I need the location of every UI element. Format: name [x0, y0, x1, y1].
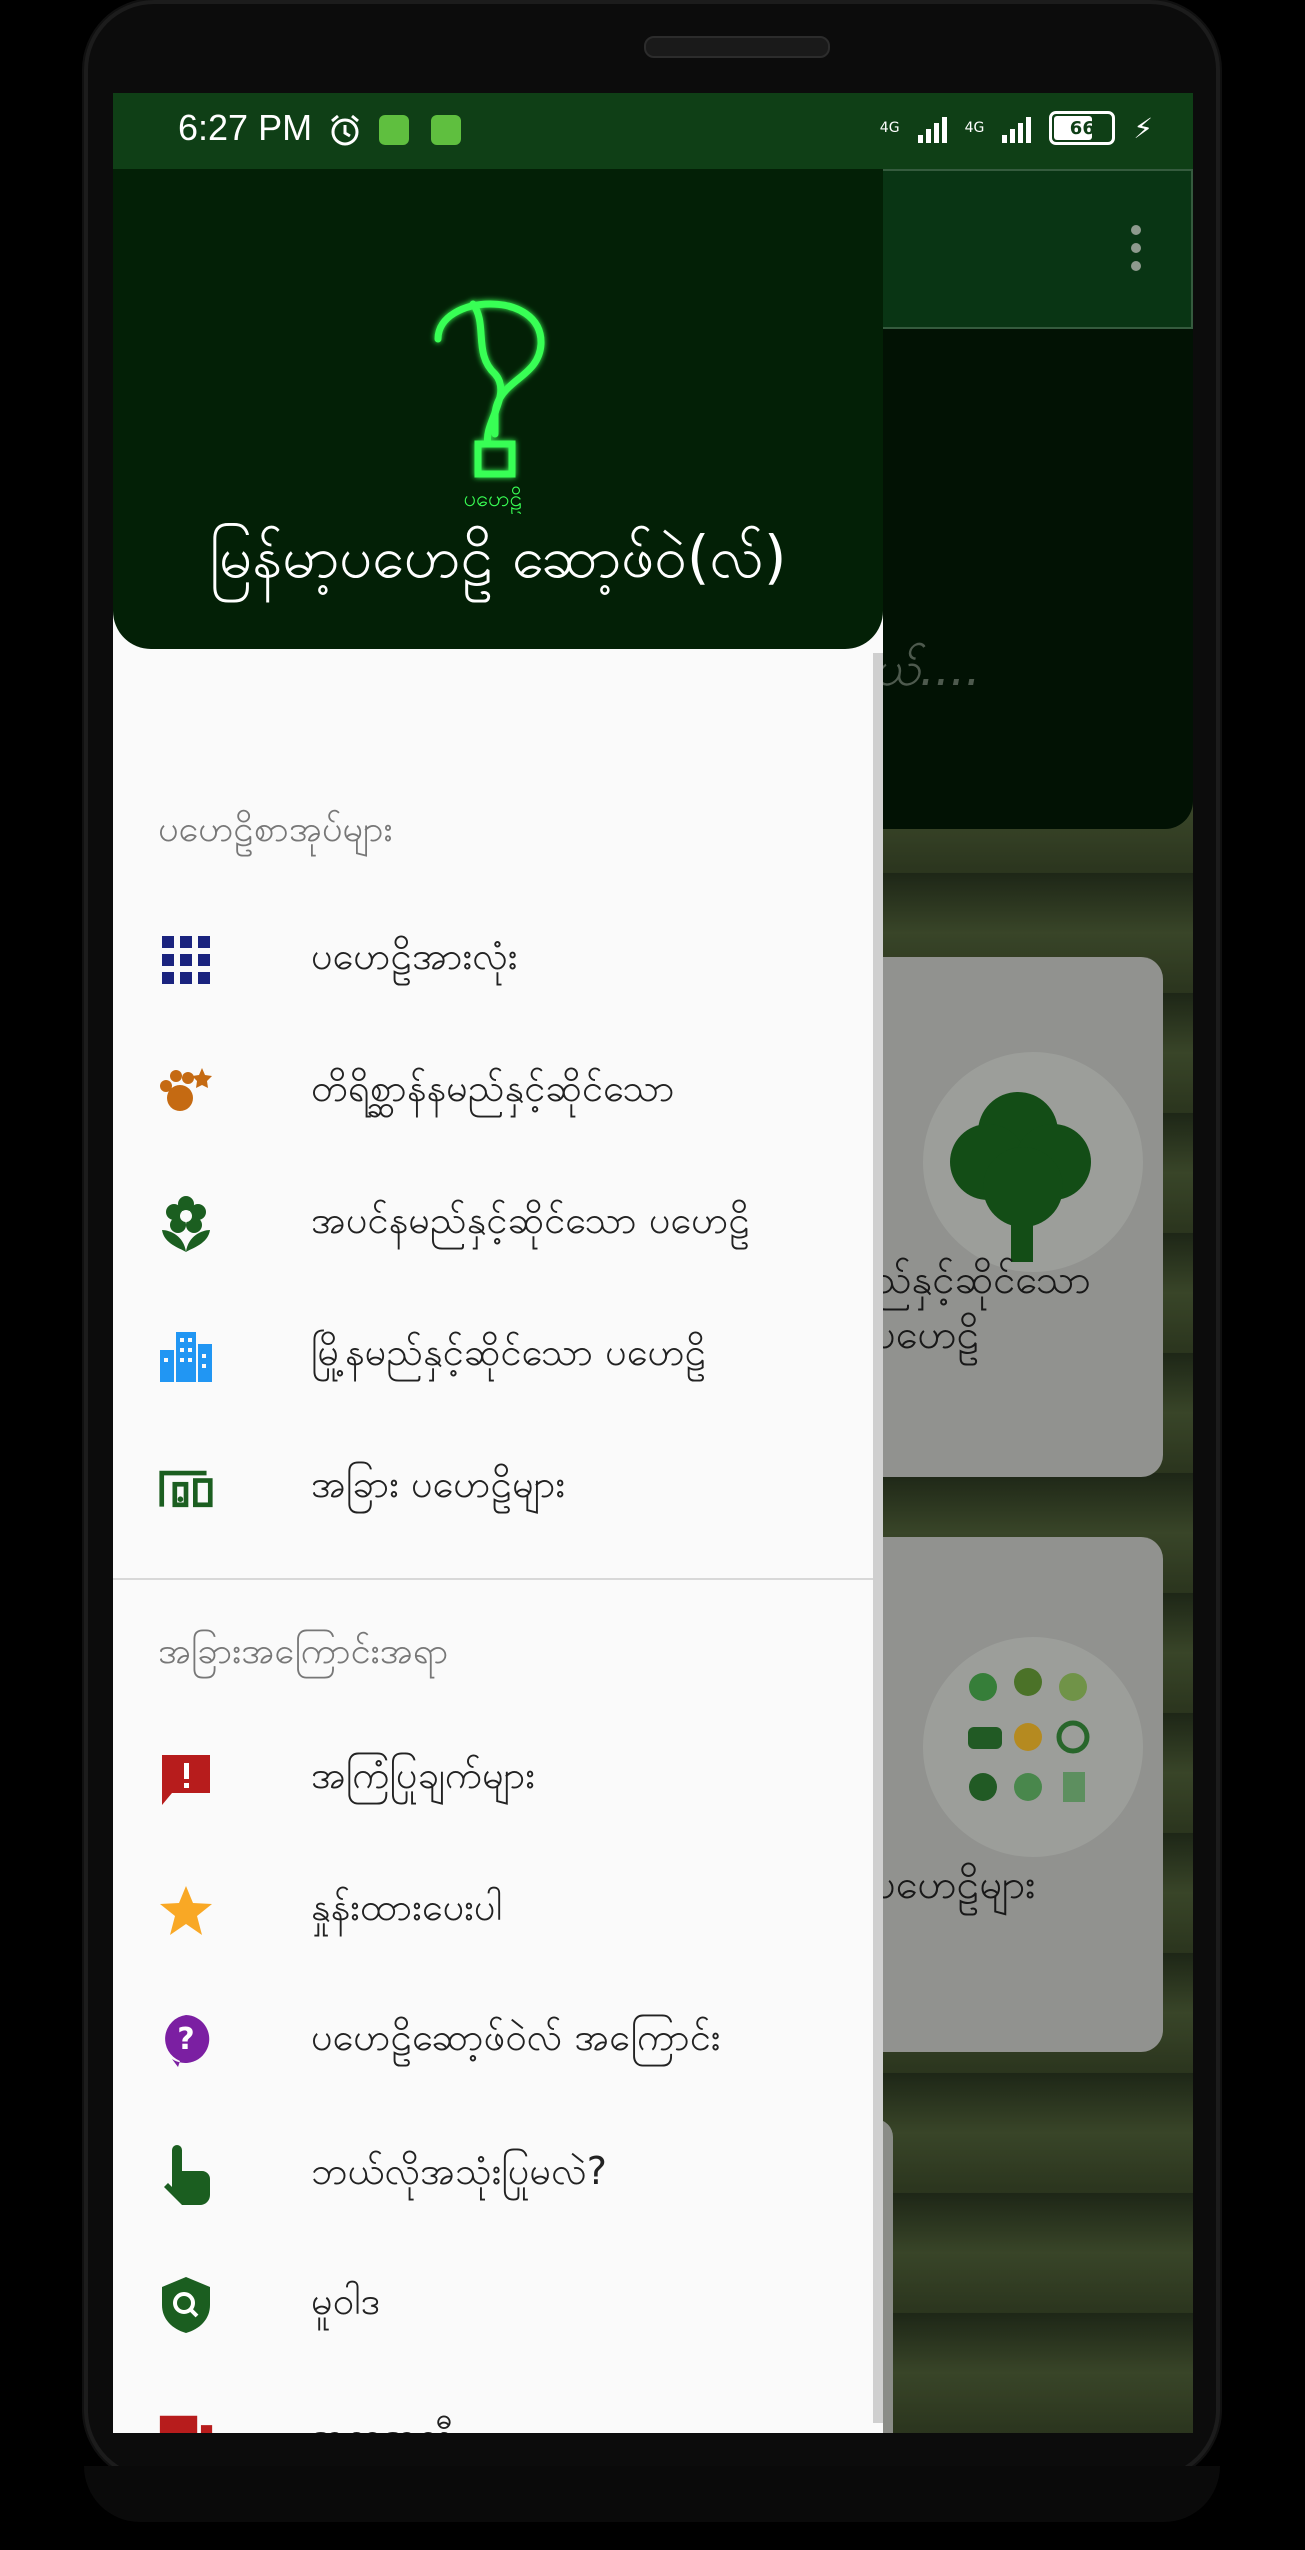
- drawer-divider: [113, 1578, 883, 1580]
- drawer-header: ပဟေဠိ မြန်မာ့ပဟေဠိ ဆော့ဖ်ဝဲ(လ်): [113, 169, 883, 649]
- network-type-1: 4G: [879, 120, 900, 136]
- forum-icon: [158, 2412, 214, 2433]
- logo-caption: ပဟေဠိ: [464, 486, 523, 514]
- grid-icon: [158, 932, 214, 988]
- menu-item-label: ပဟေဠိဆော့ဖ်ဝဲလ် အကြောင်း: [311, 2015, 721, 2059]
- feedback-icon: [158, 1751, 214, 1807]
- speaker-grille: [644, 36, 830, 58]
- menu-item-label: အခြား ပဟေဠိများ: [311, 1462, 566, 1506]
- svg-text:?: ?: [177, 2022, 194, 2057]
- signal-icon: [917, 113, 947, 143]
- battery-icon: 66: [1049, 111, 1116, 145]
- privacy-shield-icon: [158, 2277, 214, 2333]
- phone-bottom: [84, 2466, 1220, 2522]
- menu-item-how-to-use[interactable]: ဘယ်လိုအသုံးပြုမလဲ?: [113, 2115, 883, 2235]
- pets-icon: [158, 1064, 214, 1120]
- menu-item-label: ပဟေဠိအားလုံး: [311, 934, 518, 978]
- menu-item-animals[interactable]: တိရိစ္ဆာန်နမည်နှင့်ဆိုင်သော: [113, 1032, 883, 1152]
- menu-item-other-riddles[interactable]: အခြား ပဟေဠိများ: [113, 1428, 883, 1548]
- battery-level: 66: [1069, 117, 1095, 139]
- signal-icon-2: [1002, 113, 1032, 143]
- menu-item-label: မြို့နမည်နှင့်ဆိုင်သော ပဟေဠိ: [311, 1330, 707, 1374]
- menu-item-label: ဘယ်လိုအသုံးပြုမလဲ?: [311, 2149, 607, 2193]
- menu-item-plants[interactable]: အပင်နမည်နှင့်ဆိုင်သော ပဟေဠိ: [113, 1164, 883, 1284]
- menu-item-policy[interactable]: မူဝါဒ: [113, 2245, 883, 2365]
- menu-item-about[interactable]: ? ပဟေဠိဆော့ဖ်ဝဲလ် အကြောင်း: [113, 1981, 883, 2101]
- devices-icon: [158, 1460, 214, 1516]
- menu-item-label: နှုန်းထားပေးပါ: [311, 1885, 503, 1929]
- screen: ယ်.... ည်နှင့်ဆိုင်သော ပဟေဠိ ပဟေဠိများ 6…: [113, 93, 1193, 2433]
- menu-item-cities[interactable]: မြို့နမည်နှင့်ဆိုင်သော ပဟေဠိ: [113, 1296, 883, 1416]
- menu-item-label: အပင်နမည်နှင့်ဆိုင်သော ပဟေဠိ: [311, 1198, 750, 1242]
- app-logo-icon: ပဟေဠိ: [413, 284, 573, 516]
- drawer-scrollbar[interactable]: [873, 653, 883, 2423]
- help-icon: ?: [158, 2013, 214, 2069]
- star-icon: [158, 1883, 214, 1939]
- alarm-icon: [328, 113, 362, 151]
- city-icon: [158, 1328, 214, 1384]
- menu-item-rate[interactable]: နှုန်းထားပေးပါ: [113, 1851, 883, 1971]
- network-type-2: 4G: [964, 120, 985, 136]
- flower-icon: [158, 1196, 214, 1252]
- menu-item-label: အကြံပြုချက်များ: [311, 1753, 536, 1797]
- section-title-other: အခြားအကြောင်းအရာ: [158, 1631, 449, 1672]
- section-title-books: ပဟေဠိစာအုပ်များ: [158, 809, 393, 850]
- menu-item-feedback[interactable]: အကြံပြုချက်များ: [113, 1719, 883, 1839]
- charging-icon: ⚡: [1133, 111, 1153, 145]
- status-bar: 6:27 PM 4G 4G 66 ⚡: [113, 93, 1193, 169]
- menu-item-all-riddles[interactable]: ပဟေဠိအားလုံး: [113, 900, 883, 1020]
- app-title: မြန်မာ့ပဟေဠိ ဆော့ဖ်ဝဲ(လ်): [209, 523, 787, 591]
- menu-item-help[interactable]: အကူအညီ: [113, 2380, 883, 2433]
- status-right: 4G 4G 66 ⚡: [880, 111, 1153, 145]
- menu-item-label: မူဝါဒ: [311, 2279, 381, 2323]
- menu-item-label: အကူအညီ: [311, 2412, 455, 2433]
- touch-icon: [158, 2145, 214, 2205]
- status-time: 6:27 PM: [178, 107, 313, 148]
- app-notification-icon: [379, 115, 409, 145]
- navigation-drawer: ပဟေဠိ မြန်မာ့ပဟေဠိ ဆော့ဖ်ဝဲ(လ်) ပဟေဠိစာအ…: [113, 169, 883, 2433]
- app-notification-icon-2: [431, 115, 461, 145]
- menu-item-label: တိရိစ္ဆာန်နမည်နှင့်ဆိုင်သော: [311, 1066, 675, 1110]
